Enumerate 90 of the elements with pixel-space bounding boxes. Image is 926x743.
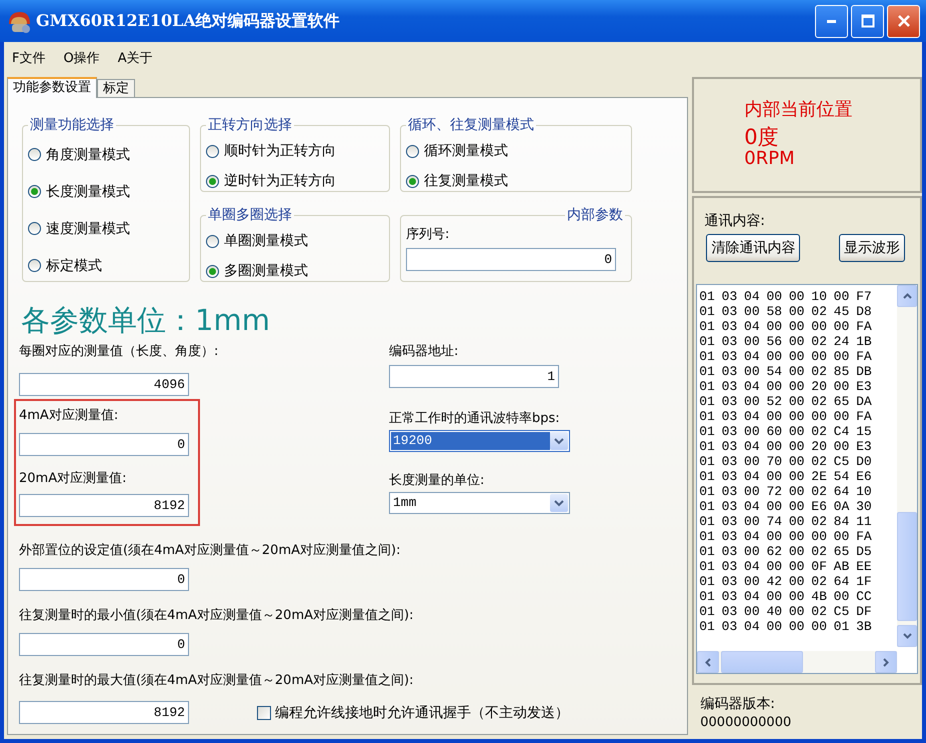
menu-item[interactable]: O操作 bbox=[63, 48, 100, 66]
log-line: 01 03 04 00 00 E6 0A 30 bbox=[699, 499, 873, 514]
input-field[interactable]: 0 bbox=[406, 248, 616, 271]
dropdown[interactable]: 19200 bbox=[389, 430, 570, 452]
log-line: 01 03 00 58 00 02 45 D8 bbox=[699, 304, 873, 319]
log-line: 01 03 00 60 00 02 C4 15 bbox=[699, 424, 873, 439]
radio-option[interactable]: 循环测量模式 bbox=[406, 136, 625, 166]
field-label: 外部置位的设定值(须在4mA对应测量值～20mA对应测量值之间): bbox=[19, 542, 402, 560]
input-field[interactable]: 8192 bbox=[19, 701, 189, 724]
tab[interactable]: 标定 bbox=[97, 79, 135, 97]
position-title: 内部当前位置 bbox=[744, 98, 854, 121]
scroll-thumb[interactable] bbox=[721, 651, 804, 673]
log-line: 01 03 04 00 00 20 00 E3 bbox=[699, 439, 873, 454]
log-line: 01 03 04 00 00 20 00 E3 bbox=[699, 379, 873, 394]
scroll-thumb[interactable] bbox=[897, 512, 917, 621]
group-title: 循环、往复测量模式 bbox=[407, 116, 535, 134]
chevron-up-icon bbox=[902, 293, 912, 299]
radio-option[interactable]: 多圈测量模式 bbox=[206, 256, 383, 286]
input-field[interactable]: 8192 bbox=[19, 494, 189, 517]
tab[interactable]: 功能参数设置 bbox=[7, 77, 97, 98]
comm-label: 通讯内容: bbox=[704, 212, 766, 230]
group-title: 单圈多圈选择 bbox=[207, 206, 293, 224]
field-label: 序列号: bbox=[406, 226, 450, 244]
log-line: 01 03 04 00 00 4B 00 CC bbox=[699, 589, 873, 604]
log-line: 01 03 04 00 00 2E 54 E6 bbox=[699, 469, 873, 484]
log-line: 01 03 00 62 00 02 65 D5 bbox=[699, 544, 873, 559]
version-value: 00000000000 bbox=[700, 715, 792, 730]
field-label: 往复测量时的最小值(须在4mA对应测量值～20mA对应测量值之间): bbox=[19, 607, 414, 625]
field-label: 每圈对应的测量值（长度、角度）: bbox=[19, 343, 220, 361]
input-field[interactable]: 0 bbox=[19, 633, 189, 656]
button[interactable]: 清除通讯内容 bbox=[706, 234, 800, 262]
field-label: 往复测量时的最大值(须在4mA对应测量值～20mA对应测量值之间): bbox=[19, 672, 414, 690]
group-title: 正转方向选择 bbox=[207, 116, 293, 134]
close-button[interactable] bbox=[887, 4, 920, 38]
log-line: 01 03 00 52 00 02 65 DA bbox=[699, 394, 873, 409]
field-label: 长度测量的单位: bbox=[389, 472, 486, 490]
group-title: 测量功能选择 bbox=[29, 116, 115, 134]
vertical-scrollbar[interactable] bbox=[897, 285, 917, 647]
log-line: 01 03 04 00 00 00 00 FA bbox=[699, 349, 873, 364]
chevron-down-icon bbox=[902, 633, 912, 639]
log-line: 01 03 04 00 00 00 01 3B bbox=[699, 619, 873, 634]
radio-option[interactable]: 单圈测量模式 bbox=[206, 226, 383, 256]
log-line: 01 03 04 00 00 00 00 FA bbox=[699, 319, 873, 334]
log-line: 01 03 00 54 00 02 85 DB bbox=[699, 364, 873, 379]
log-line: 01 03 04 00 00 00 00 FA bbox=[699, 529, 873, 544]
radio-option[interactable]: 长度测量模式 bbox=[28, 173, 183, 210]
horizontal-scrollbar[interactable] bbox=[697, 651, 897, 673]
chevron-left-icon bbox=[705, 658, 712, 666]
log-line: 01 03 00 56 00 02 24 1B bbox=[699, 334, 873, 349]
group-title: 内部参数 bbox=[566, 206, 624, 224]
chevron-right-icon bbox=[883, 658, 889, 666]
radio-option[interactable]: 角度测量模式 bbox=[28, 136, 183, 173]
maximize-button[interactable] bbox=[851, 4, 884, 38]
radio-option[interactable]: 往复测量模式 bbox=[406, 166, 625, 196]
input-field[interactable]: 0 bbox=[19, 568, 189, 591]
chevron-down-icon bbox=[554, 500, 564, 506]
field-label: 4mA对应测量值: bbox=[19, 407, 120, 425]
radio-option[interactable]: 速度测量模式 bbox=[28, 210, 183, 247]
input-field[interactable]: 0 bbox=[19, 433, 189, 456]
menu-item[interactable]: F文件 bbox=[12, 48, 46, 66]
log-line: 01 03 00 42 00 02 64 1F bbox=[699, 574, 873, 589]
radio-option[interactable]: 标定模式 bbox=[28, 247, 183, 284]
minimize-button[interactable] bbox=[815, 4, 848, 38]
field-label: 编码器地址: bbox=[389, 343, 460, 361]
input-field[interactable]: 4096 bbox=[19, 373, 189, 396]
dropdown[interactable]: 1mm bbox=[389, 492, 570, 514]
log-line: 01 03 00 70 00 02 C5 D0 bbox=[699, 454, 873, 469]
checkbox[interactable]: 编程允许线接地时允许通讯握手（不主动发送） bbox=[257, 704, 569, 722]
minimize-icon bbox=[827, 20, 836, 22]
log-line: 01 03 04 00 00 0F AB EE bbox=[699, 559, 873, 574]
log-line: 01 03 00 72 00 02 64 10 bbox=[699, 484, 873, 499]
menu-item[interactable]: A关于 bbox=[118, 48, 153, 66]
radio-option[interactable]: 逆时针为正转方向 bbox=[206, 166, 383, 196]
field-label: 正常工作时的通讯波特率bps: bbox=[389, 410, 561, 428]
log-line: 01 03 04 00 00 10 00 F7 bbox=[699, 289, 873, 304]
log-line: 01 03 04 00 00 00 00 FA bbox=[699, 409, 873, 424]
chevron-down-icon bbox=[554, 438, 564, 444]
field-label: 20mA对应测量值: bbox=[19, 470, 128, 488]
window-title: GMX60R12E10LA绝对编码器设置软件 bbox=[36, 10, 340, 32]
log-line: 01 03 00 40 00 02 C5 DF bbox=[699, 604, 873, 619]
angle-value: 0度 bbox=[744, 125, 780, 149]
unit-heading: 各参数单位：1mm bbox=[21, 302, 271, 339]
version-label: 编码器版本: bbox=[700, 695, 776, 713]
maximize-icon bbox=[860, 14, 874, 28]
speed-value: 0RPM bbox=[744, 149, 796, 169]
input-field[interactable]: 1 bbox=[389, 365, 559, 388]
button[interactable]: 显示波形 bbox=[839, 234, 905, 262]
log-line: 01 03 00 74 00 02 84 11 bbox=[699, 514, 873, 529]
close-icon bbox=[896, 14, 910, 28]
radio-option[interactable]: 顺时针为正转方向 bbox=[206, 136, 383, 166]
